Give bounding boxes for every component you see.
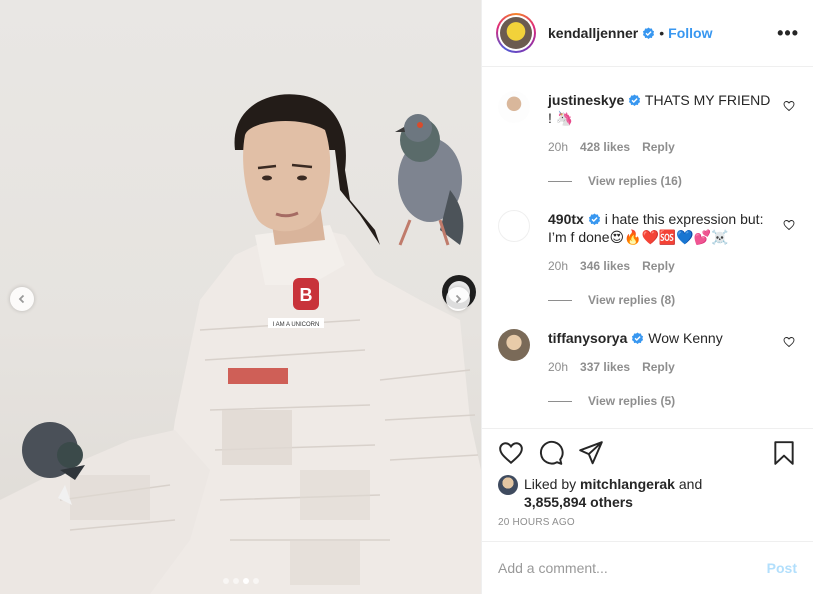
- pigeon-shoulder: [395, 114, 464, 246]
- verified-icon: [632, 332, 644, 344]
- comment-likes[interactable]: 337 likes: [580, 358, 630, 376]
- likes-summary: Liked by mitchlangerak and 3,855,894 oth…: [498, 475, 797, 511]
- add-comment-bar: Post: [482, 541, 813, 594]
- comment-text: Wow Kenny: [648, 330, 723, 346]
- comment-time[interactable]: 20h: [548, 138, 568, 156]
- comment-time[interactable]: 20h: [548, 358, 568, 376]
- liker-avatar[interactable]: [498, 475, 518, 495]
- post-comment-button[interactable]: Post: [767, 560, 797, 576]
- instagram-post: B I AM A UNICORN kendalljenner • Follow …: [0, 0, 813, 594]
- view-replies-button[interactable]: View replies (16): [548, 174, 797, 188]
- comment-input[interactable]: [498, 560, 767, 576]
- post-actions: Liked by mitchlangerak and 3,855,894 oth…: [482, 428, 813, 541]
- carousel-dot-active: [242, 578, 249, 584]
- action-icons-row: [498, 437, 797, 469]
- verified-icon: [588, 213, 600, 225]
- share-icon[interactable]: [578, 440, 604, 466]
- carousel-dot: [232, 578, 239, 584]
- heart-icon[interactable]: [783, 336, 795, 348]
- view-replies-button[interactable]: View replies (8): [548, 293, 797, 307]
- heart-icon[interactable]: [783, 100, 795, 112]
- comment-username[interactable]: justineskye: [548, 92, 624, 108]
- carousel-dot: [252, 578, 259, 584]
- comment-item: tiffanysorya Wow Kenny 20h 337 likes Rep…: [498, 307, 797, 376]
- reply-button[interactable]: Reply: [642, 257, 675, 275]
- commenter-avatar[interactable]: [498, 91, 530, 123]
- commenter-avatar[interactable]: [498, 329, 530, 361]
- liked-by-others[interactable]: 3,855,894 others: [524, 494, 633, 510]
- liked-by-user[interactable]: mitchlangerak: [580, 476, 675, 492]
- replies-line: [548, 400, 572, 402]
- commenter-avatar[interactable]: [498, 210, 530, 242]
- clipped-previous-row: [498, 67, 797, 75]
- liked-by-and: and: [678, 476, 703, 492]
- follow-button[interactable]: Follow: [668, 25, 712, 41]
- comment-likes[interactable]: 346 likes: [580, 257, 630, 275]
- view-replies-label: View replies (8): [588, 293, 676, 307]
- unicorn-label: I AM A UNICORN: [273, 322, 320, 328]
- post-header: kendalljenner • Follow •••: [482, 0, 813, 67]
- badge-letter: B: [300, 285, 313, 305]
- heart-icon[interactable]: [498, 440, 524, 466]
- carousel-indicator: [0, 578, 481, 584]
- chevron-left-icon: [18, 294, 25, 304]
- author-username[interactable]: kendalljenner: [548, 25, 638, 41]
- carousel-next-button[interactable]: [446, 287, 470, 311]
- more-options-button[interactable]: •••: [777, 23, 799, 44]
- comment-time[interactable]: 20h: [548, 257, 568, 275]
- post-panel: kendalljenner • Follow ••• justineskye T…: [481, 0, 813, 594]
- heart-icon[interactable]: [783, 219, 795, 231]
- reply-button[interactable]: Reply: [642, 358, 675, 376]
- view-replies-button[interactable]: View replies (5): [548, 394, 797, 408]
- verified-icon: [629, 94, 641, 106]
- comment-item: 490tx i hate this expression but: I’m f …: [498, 188, 797, 275]
- header-separator: •: [659, 25, 665, 41]
- comment-username[interactable]: tiffanysorya: [548, 330, 627, 346]
- replies-line: [548, 180, 572, 182]
- view-replies-label: View replies (16): [588, 174, 682, 188]
- liked-by-prefix: Liked by: [524, 476, 577, 492]
- replies-line: [548, 299, 572, 301]
- comment-likes[interactable]: 428 likes: [580, 138, 630, 156]
- comment-item: justineskye THATS MY FRIEND ! 🦄 20h 428 …: [498, 75, 797, 156]
- bookmark-icon[interactable]: [771, 440, 797, 466]
- reply-button[interactable]: Reply: [642, 138, 675, 156]
- comments-list[interactable]: justineskye THATS MY FRIEND ! 🦄 20h 428 …: [482, 67, 813, 428]
- chevron-right-icon: [455, 294, 462, 304]
- view-replies-label: View replies (5): [588, 394, 676, 408]
- post-timestamp[interactable]: 20 HOURS AGO: [498, 517, 797, 528]
- post-image: B I AM A UNICORN: [0, 94, 481, 594]
- author-avatar[interactable]: [496, 13, 536, 53]
- comment-username[interactable]: 490tx: [548, 211, 584, 227]
- comment-icon[interactable]: [538, 440, 564, 466]
- verified-icon: [643, 26, 655, 39]
- carousel-prev-button[interactable]: [10, 287, 34, 311]
- carousel-dot: [222, 578, 229, 584]
- post-photo[interactable]: B I AM A UNICORN: [0, 0, 481, 594]
